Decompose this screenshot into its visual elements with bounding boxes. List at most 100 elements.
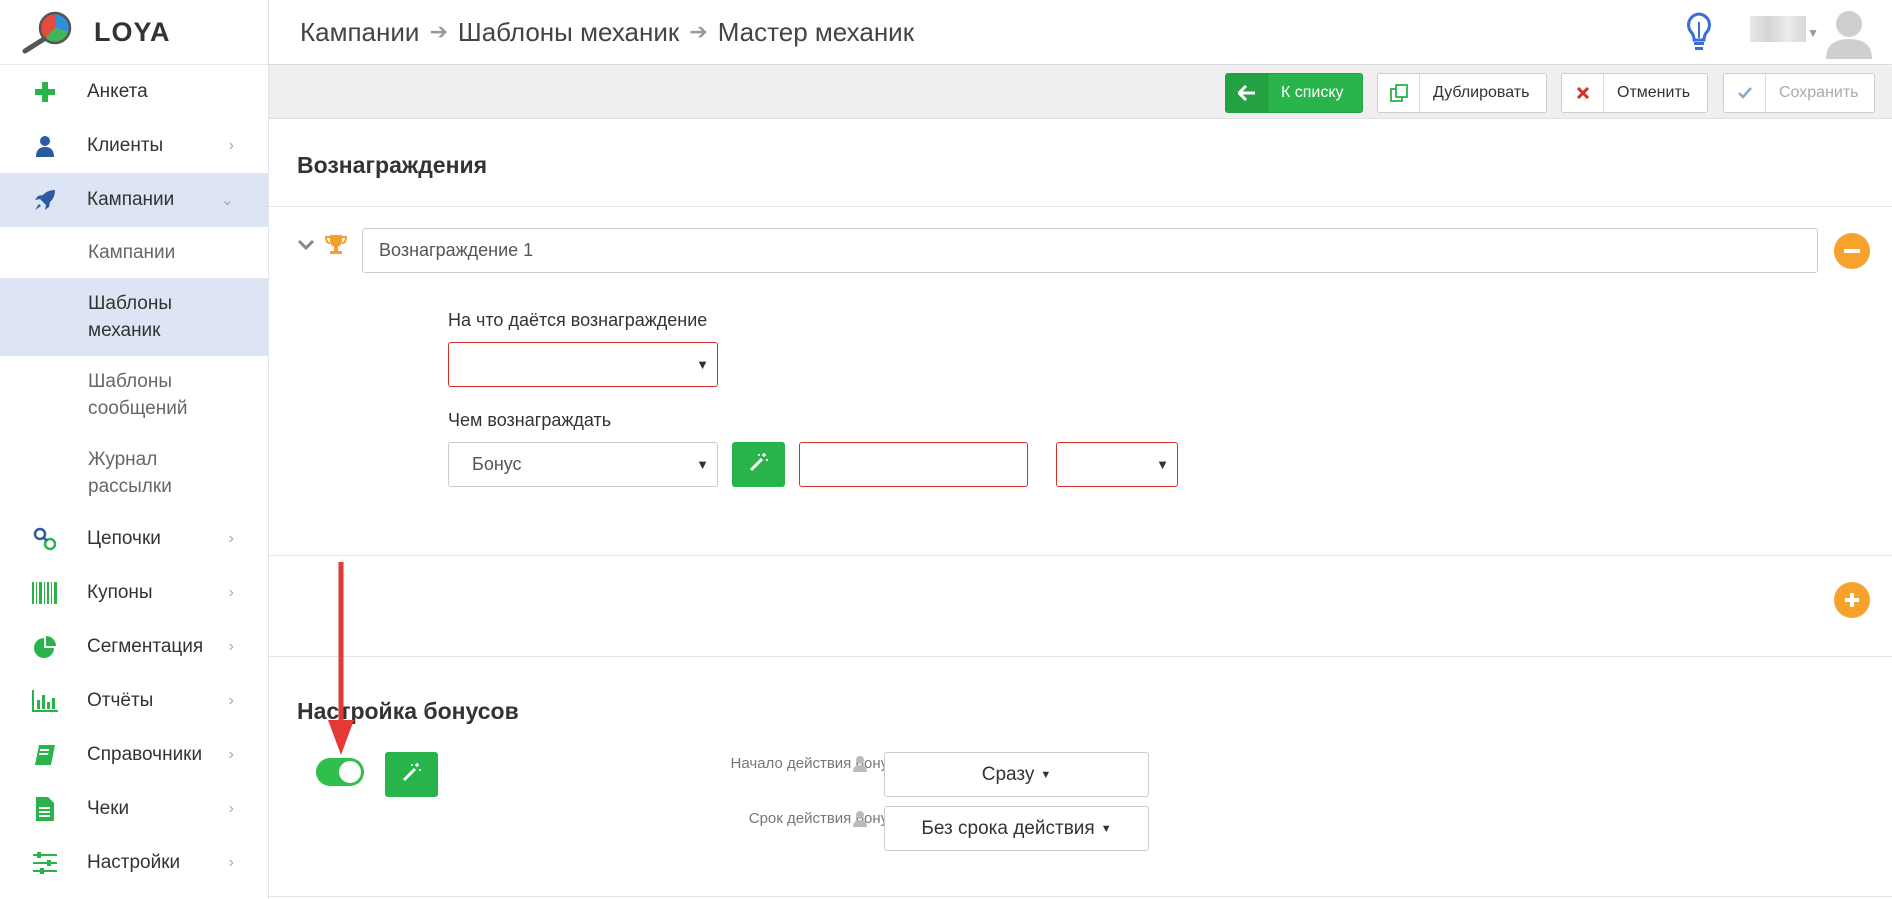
action-toolbar: К списку Дублировать Отменить Сохранить [269, 66, 1892, 119]
duplicate-label: Дублировать [1433, 84, 1530, 101]
breadcrumb-campaigns[interactable]: Кампании [300, 17, 419, 48]
duplicate-button[interactable]: Дублировать [1377, 73, 1547, 113]
bonus-start-dropdown[interactable]: Сразу ▼ [884, 752, 1149, 797]
lightbulb-icon[interactable] [1686, 12, 1712, 52]
bar-chart-icon [32, 688, 58, 714]
divider [269, 896, 1892, 897]
reward-with-label: Чем вознаграждать [448, 410, 612, 430]
sidebar-item-label: Анкета [87, 81, 148, 102]
reward-target-label: На что даётся вознаграждение [448, 310, 708, 330]
remove-reward-button[interactable] [1834, 233, 1870, 269]
reward-type-select[interactable]: Бонус ▼ [448, 442, 718, 487]
user-icon [32, 133, 58, 159]
add-reward-button[interactable] [1834, 582, 1870, 618]
rocket-icon [32, 187, 58, 213]
chevron-down-icon[interactable] [297, 238, 315, 257]
sidebar-item-label: Клиенты [87, 135, 164, 156]
bonus-term-value: Без срока действия [921, 817, 1095, 839]
person-icon [853, 811, 867, 827]
back-to-list-label: К списку [1281, 84, 1344, 101]
logo[interactable]: LOYA [0, 0, 268, 65]
submenu-item-mailing-log[interactable]: Журнал рассылки [0, 434, 218, 512]
sidebar-item-label: Кампании [87, 189, 175, 210]
chevron-right-icon: › [228, 638, 234, 655]
book-icon [32, 742, 58, 768]
bonus-settings-title: Настройка бонусов [297, 698, 519, 724]
person-icon [853, 756, 867, 772]
sidebar-item-label: Чеки [87, 798, 130, 819]
caret-down-icon: ▼ [1100, 822, 1112, 835]
sidebar-item-directories[interactable]: Справочники › [0, 728, 268, 782]
sidebar-item-settings[interactable]: Настройки › [0, 836, 268, 890]
back-to-list-button[interactable]: К списку [1225, 73, 1363, 113]
chevron-right-icon: › [228, 137, 234, 154]
divider [269, 555, 1892, 556]
bonus-start-value: Сразу [981, 763, 1035, 785]
sidebar-item-label: Настройки [87, 852, 181, 873]
sidebar-item-campaigns[interactable]: Кампании ⌄ [0, 173, 268, 227]
copy-icon [1378, 74, 1420, 112]
sidebar-nav: Анкета Клиенты › Кампании ⌄ [0, 65, 268, 227]
caret-down-icon: ▼ [1156, 457, 1169, 472]
arrow-right-icon: ➔ [689, 19, 708, 44]
bonus-settings-toggle[interactable] [316, 758, 364, 786]
sidebar-item-receipts[interactable]: Чеки › [0, 782, 268, 836]
sidebar-item-reports[interactable]: Отчёты › [0, 674, 268, 728]
bonus-start-label: Начало действия бонусов [730, 755, 912, 772]
bonus-wand-button[interactable] [385, 752, 438, 797]
toggle-knob [339, 761, 361, 783]
chevron-right-icon: › [228, 584, 234, 601]
cancel-button[interactable]: Отменить [1561, 73, 1708, 113]
trophy-icon [324, 234, 348, 261]
reward-type-value: Бонус [472, 454, 522, 474]
sidebar-item-label: Сегментация [87, 636, 204, 657]
sidebar-item-label: Справочники [87, 744, 203, 765]
save-label: Сохранить [1779, 84, 1859, 101]
top-header: Кампании ➔ Шаблоны механик ➔ Мастер меха… [269, 0, 1892, 65]
save-button[interactable]: Сохранить [1723, 73, 1875, 113]
arrow-left-icon [1226, 74, 1268, 112]
cancel-label: Отменить [1617, 84, 1691, 101]
sidebar-item-coupons[interactable]: Купоны › [0, 566, 268, 620]
caret-down-icon: ▼ [696, 357, 709, 372]
sidebar-item-anketa[interactable]: Анкета [0, 65, 268, 119]
submenu-item-mechanic-templates[interactable]: Шаблоны механик [0, 278, 269, 356]
chevron-down-icon: ⌄ [220, 192, 234, 209]
reward-name-input[interactable]: Вознаграждение 1 [362, 228, 1818, 273]
avatar[interactable] [1824, 7, 1874, 59]
chevron-right-icon: › [228, 746, 234, 763]
breadcrumb: Кампании ➔ Шаблоны механик ➔ Мастер меха… [300, 17, 914, 48]
caret-down-icon[interactable]: ▼ [1807, 26, 1819, 40]
bonus-term-dropdown[interactable]: Без срока действия ▼ [884, 806, 1149, 851]
sliders-icon [32, 850, 58, 876]
sidebar-item-segmentation[interactable]: Сегментация › [0, 620, 268, 674]
document-icon [32, 796, 58, 822]
magic-wand-icon [402, 762, 422, 787]
divider [269, 656, 1892, 657]
link-icon [32, 526, 58, 552]
breadcrumb-mechanic-wizard: Мастер механик [717, 16, 915, 47]
reward-target-select[interactable]: ▼ [448, 342, 718, 387]
sidebar-item-label: Купоны [87, 582, 153, 603]
sidebar-item-clients[interactable]: Клиенты › [0, 119, 268, 173]
formula-wand-button[interactable] [732, 442, 785, 487]
submenu-item-campaigns[interactable]: Кампании [0, 227, 268, 278]
bonus-term-label: Срок действия бонусов [748, 810, 912, 827]
campaigns-submenu: Кампании Шаблоны механик Шаблоны сообщен… [0, 227, 269, 512]
submenu-item-message-templates[interactable]: Шаблоны сообщений [0, 356, 218, 434]
logo-text: LOYA [94, 16, 171, 47]
barcode-icon [32, 580, 58, 606]
checkmark-icon [1724, 74, 1766, 112]
magic-wand-icon [749, 452, 769, 477]
divider [269, 206, 1892, 207]
close-icon [1562, 74, 1604, 112]
reward-amount-input[interactable] [799, 442, 1028, 487]
plus-icon [32, 79, 58, 105]
breadcrumb-mechanic-templates[interactable]: Шаблоны механик [458, 17, 679, 48]
logo-icon [22, 10, 74, 54]
reward-unit-select[interactable]: ▼ [1056, 442, 1178, 487]
arrow-right-icon: ➔ [429, 19, 448, 44]
sidebar-item-chains[interactable]: Цепочки › [0, 512, 268, 566]
annotation-arrow [326, 560, 356, 760]
user-name-blurred[interactable] [1750, 16, 1806, 42]
